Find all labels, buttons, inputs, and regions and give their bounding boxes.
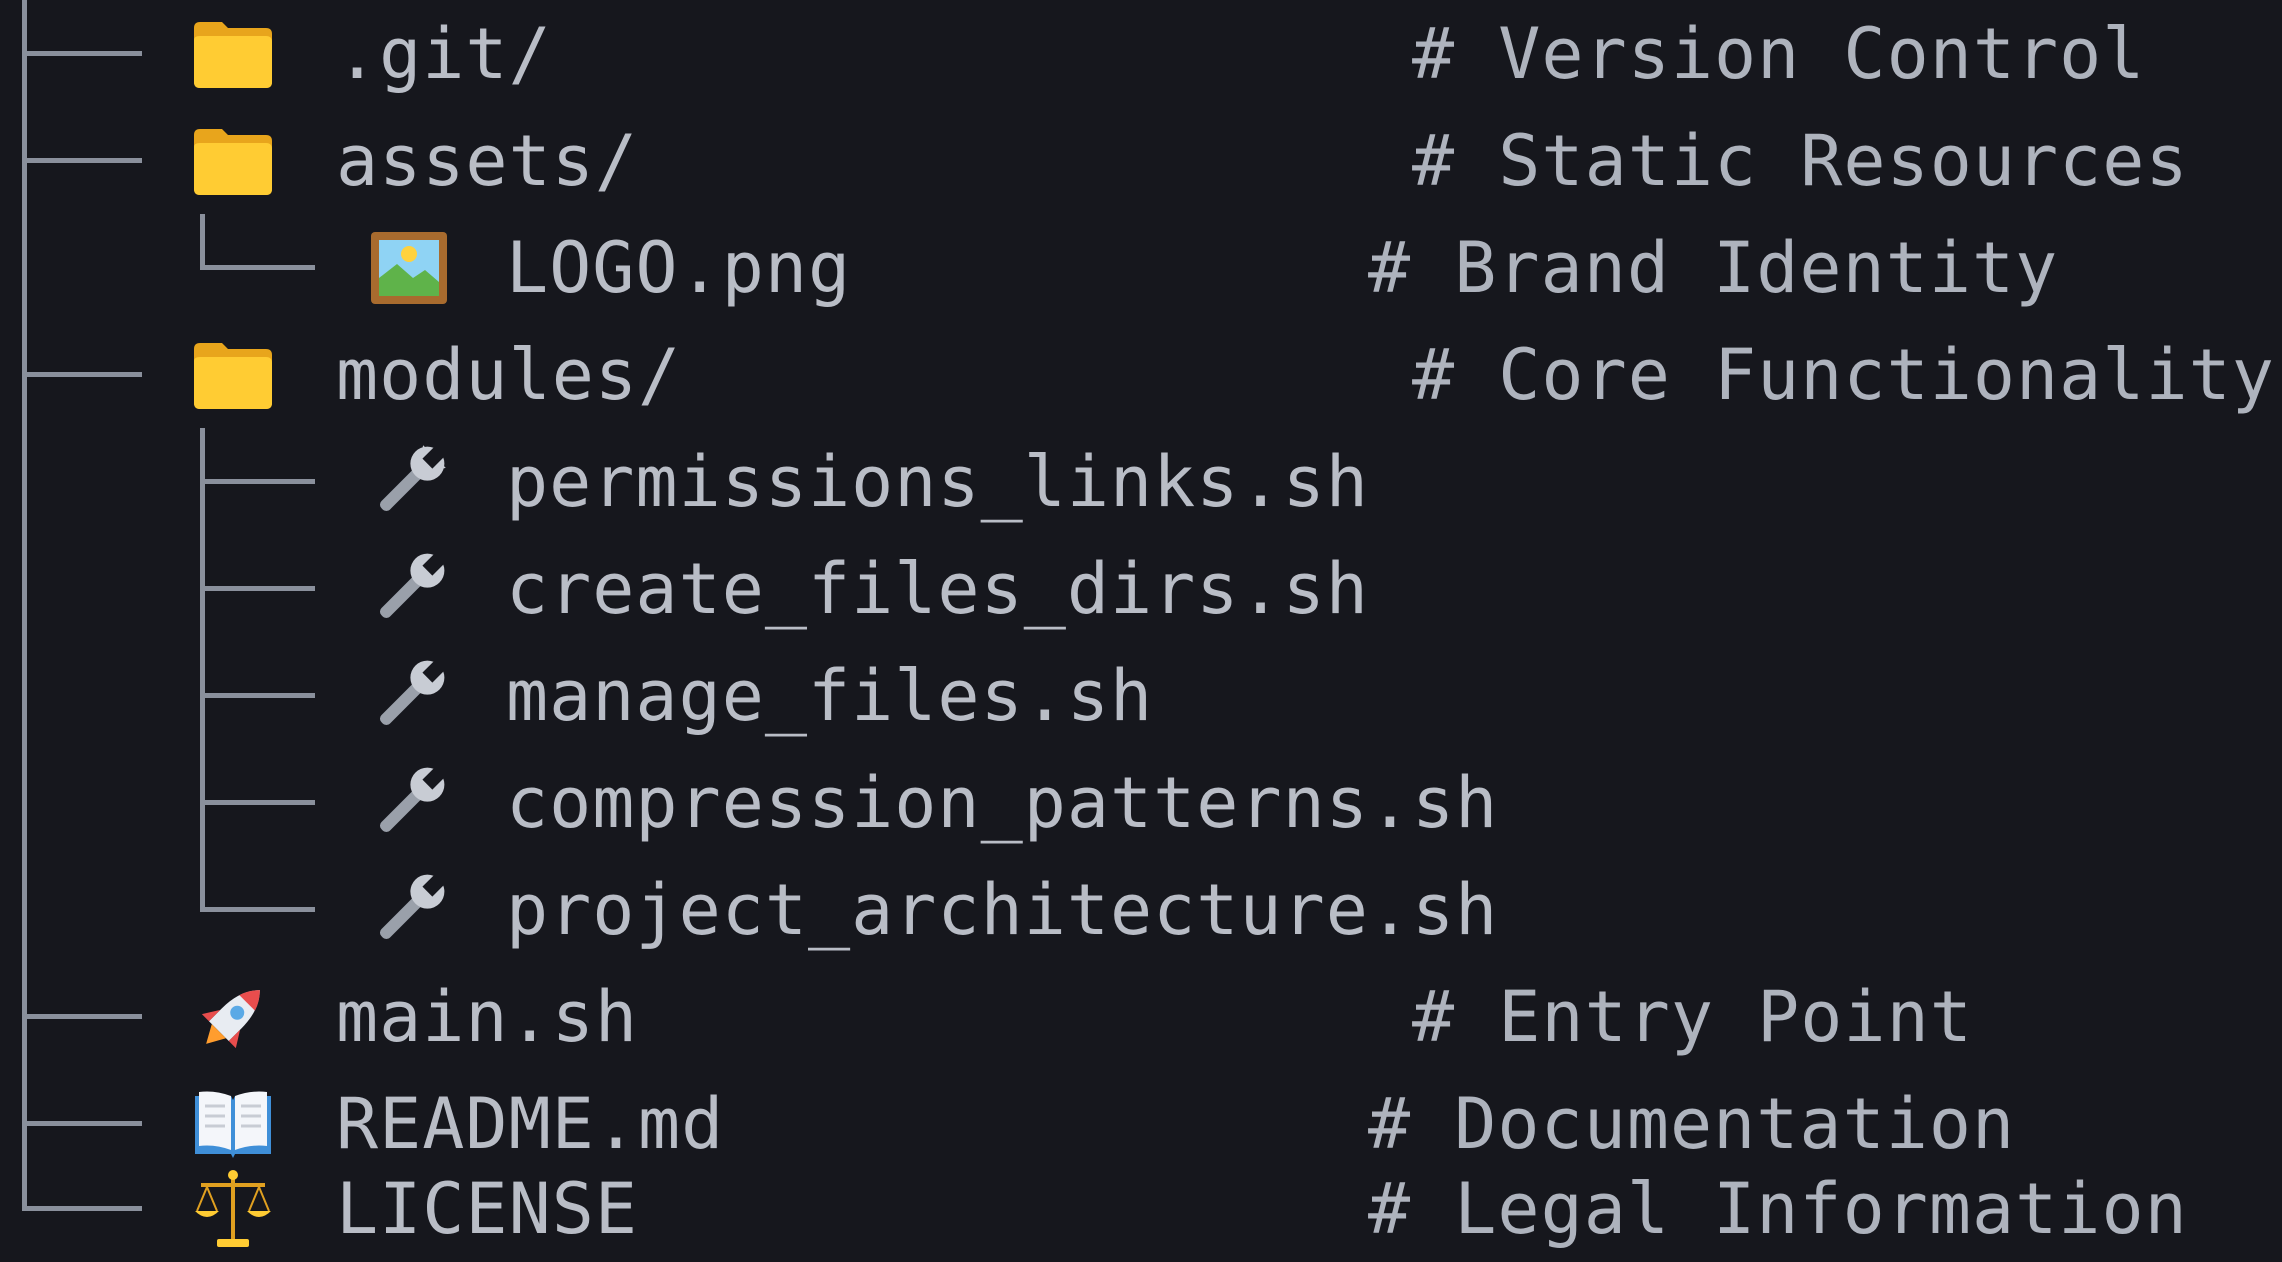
tree-item-name: permissions_links.sh xyxy=(506,441,1369,523)
tree-item-name: project_architecture.sh xyxy=(506,869,1499,951)
wrench-icon xyxy=(364,440,454,524)
tree-row-main[interactable]: main.sh # Entry Point xyxy=(0,963,2282,1070)
tree-guide-line xyxy=(22,214,27,321)
tree-guide-line xyxy=(200,214,205,270)
tree-row-assets[interactable]: assets/ # Static Resources xyxy=(0,107,2282,214)
tree-item-comment: # Legal Information xyxy=(1368,1168,2188,1250)
tree-guide-line xyxy=(22,1155,27,1211)
tree-item-comment: # Brand Identity xyxy=(1368,227,2059,309)
tree-item-comment: # Static Resources xyxy=(1412,120,2189,202)
tree-row-git[interactable]: .git/ # Version Control xyxy=(0,0,2282,107)
folder-icon xyxy=(188,119,278,203)
tree-guide-line xyxy=(22,642,27,749)
scales-icon xyxy=(188,1167,278,1251)
tree-item-comment: # Version Control xyxy=(1412,13,2146,95)
tree-item-comment: # Entry Point xyxy=(1412,976,1973,1058)
book-icon xyxy=(188,1082,278,1166)
wrench-icon xyxy=(364,547,454,631)
tree-branch-line xyxy=(200,586,315,591)
tree-branch-line xyxy=(200,693,315,698)
tree-row-license[interactable]: LICENSE # Legal Information xyxy=(0,1155,2282,1262)
tree-guide-line xyxy=(22,749,27,856)
tree-branch-line xyxy=(22,51,142,56)
tree-row-logo[interactable]: LOGO.png # Brand Identity xyxy=(0,214,2282,321)
tree-guide-line xyxy=(22,428,27,535)
tree-branch-line xyxy=(22,1014,142,1019)
tree-item-name: assets/ xyxy=(336,120,639,202)
tree-row-project-architecture[interactable]: project_architecture.sh xyxy=(0,856,2282,963)
tree-item-name: manage_files.sh xyxy=(506,655,1154,737)
tree-item-name: compression_patterns.sh xyxy=(506,762,1499,844)
tree-guide-line xyxy=(22,856,27,963)
tree-item-name: LICENSE xyxy=(336,1168,639,1250)
wrench-icon xyxy=(364,654,454,738)
tree-item-name: LOGO.png xyxy=(506,227,852,309)
directory-tree: .git/ # Version Control assets/ # Static… xyxy=(0,0,2282,1262)
tree-branch-line xyxy=(200,800,315,805)
tree-item-comment: # Core Functionality xyxy=(1412,334,2275,416)
tree-row-compression-patterns[interactable]: compression_patterns.sh xyxy=(0,749,2282,856)
tree-row-manage-files[interactable]: manage_files.sh xyxy=(0,642,2282,749)
image-icon xyxy=(364,226,454,310)
tree-item-name: modules/ xyxy=(336,334,682,416)
tree-guide-line xyxy=(200,856,205,912)
tree-branch-line xyxy=(22,158,142,163)
folder-icon xyxy=(188,333,278,417)
tree-row-modules[interactable]: modules/ # Core Functionality xyxy=(0,321,2282,428)
tree-item-name: .git/ xyxy=(336,13,552,95)
tree-branch-line xyxy=(22,1206,142,1211)
tree-branch-line xyxy=(200,907,315,912)
tree-branch-line xyxy=(22,1121,142,1126)
wrench-icon xyxy=(364,868,454,952)
tree-branch-line xyxy=(200,265,315,270)
folder-icon xyxy=(188,12,278,96)
tree-item-name: main.sh xyxy=(336,976,639,1058)
tree-guide-line xyxy=(22,535,27,642)
tree-item-name: create_files_dirs.sh xyxy=(506,548,1369,630)
tree-branch-line xyxy=(200,479,315,484)
wrench-icon xyxy=(364,761,454,845)
tree-row-create-files-dirs[interactable]: create_files_dirs.sh xyxy=(0,535,2282,642)
tree-row-permissions-links[interactable]: permissions_links.sh xyxy=(0,428,2282,535)
tree-branch-line xyxy=(22,372,142,377)
rocket-icon xyxy=(188,975,278,1059)
